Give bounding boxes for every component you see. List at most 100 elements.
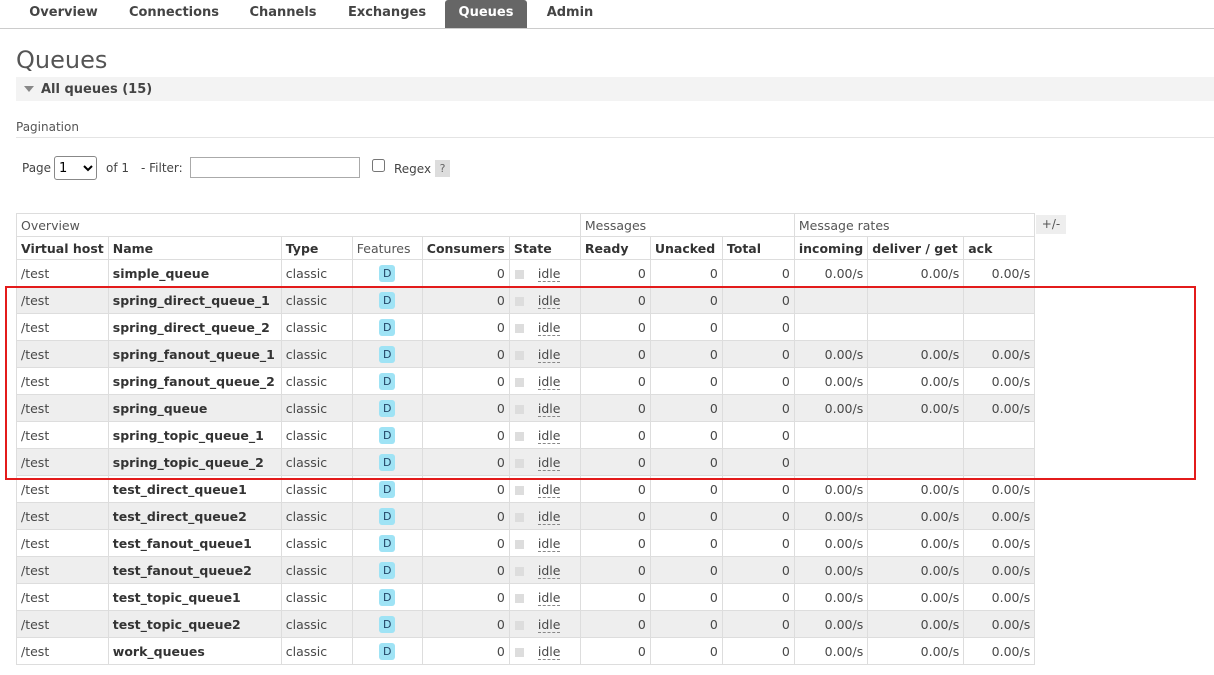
col-total[interactable]: Total [721, 236, 795, 260]
queue-name-link[interactable]: spring_fanout_queue_1 [113, 347, 275, 362]
ready-cell: 0 [579, 259, 651, 287]
queue-name-link[interactable]: test_fanout_queue1 [113, 536, 252, 551]
col-virtual-host[interactable]: Virtual host [16, 236, 109, 260]
queue-name-link[interactable]: test_direct_queue1 [113, 482, 247, 497]
tab-admin[interactable]: Admin [536, 0, 604, 28]
state-label: idle [537, 400, 561, 417]
queue-name-cell: spring_topic_queue_2 [107, 448, 282, 476]
deliver-rate-cell [867, 313, 965, 341]
durable-badge: D [379, 507, 396, 525]
state-indicator-icon [514, 566, 524, 576]
table-row: /test spring_fanout_queue_2 classic D 0 idle 0… [16, 367, 1036, 395]
queue-name-link[interactable]: work_queues [113, 644, 205, 659]
state-cell: idle [508, 637, 581, 665]
all-queues-section-toggle[interactable]: All queues (15) [16, 77, 1214, 101]
regex-checkbox[interactable] [372, 159, 385, 172]
ready-cell: 0 [579, 583, 651, 611]
table-row: /test spring_topic_queue_2 classic D 0 idle 0 0… [16, 448, 1036, 476]
incoming-rate-cell [793, 421, 869, 449]
durable-badge: D [379, 399, 396, 417]
total-cell: 0 [721, 313, 795, 341]
durable-badge: D [379, 426, 396, 444]
regex-help-button[interactable]: ? [435, 160, 450, 177]
page-select[interactable]: 1 [54, 156, 97, 180]
queue-name-link[interactable]: spring_topic_queue_2 [113, 455, 264, 470]
incoming-rate-cell: 0.00/s [793, 583, 869, 611]
queue-name-link[interactable]: spring_direct_queue_1 [113, 293, 270, 308]
state-cell: idle [508, 556, 581, 584]
ack-rate-cell: 0.00/s [963, 637, 1036, 665]
state-cell: idle [508, 529, 581, 557]
queue-name-cell: test_fanout_queue2 [107, 556, 282, 584]
vhost-cell: /test [16, 259, 109, 287]
state-label: idle [537, 616, 561, 633]
features-cell: D [351, 340, 423, 368]
col-deliver-get[interactable]: deliver / get [867, 236, 965, 260]
unacked-cell: 0 [649, 556, 723, 584]
col-ready[interactable]: Ready [579, 236, 651, 260]
state-cell: idle [508, 394, 581, 422]
queue-name-link[interactable]: spring_topic_queue_1 [113, 428, 264, 443]
queue-name-link[interactable]: spring_fanout_queue_2 [113, 374, 275, 389]
queue-name-link[interactable]: spring_direct_queue_2 [113, 320, 270, 335]
col-unacked[interactable]: Unacked [649, 236, 723, 260]
vhost-cell: /test [16, 475, 109, 503]
tab-exchanges[interactable]: Exchanges [338, 0, 436, 28]
type-cell: classic [280, 367, 353, 395]
total-cell: 0 [721, 556, 795, 584]
tab-channels[interactable]: Channels [238, 0, 328, 28]
col-type[interactable]: Type [280, 236, 353, 260]
page-count-label: of 1 [106, 161, 130, 175]
col-state[interactable]: State [508, 236, 581, 260]
queue-name-link[interactable]: simple_queue [113, 266, 209, 281]
vhost-cell: /test [16, 583, 109, 611]
state-cell: idle [508, 448, 581, 476]
pagination-heading: Pagination [16, 120, 79, 134]
column-toggle-button[interactable]: +/- [1036, 215, 1066, 234]
col-ack[interactable]: ack [963, 236, 1036, 260]
queue-name-link[interactable]: test_direct_queue2 [113, 509, 247, 524]
queue-name-link[interactable]: test_topic_queue2 [113, 617, 241, 632]
col-incoming[interactable]: incoming [793, 236, 869, 260]
incoming-rate-cell [793, 286, 869, 314]
ack-rate-cell: 0.00/s [963, 610, 1036, 638]
queue-name-link[interactable]: test_fanout_queue2 [113, 563, 252, 578]
tab-connections[interactable]: Connections [120, 0, 228, 28]
tab-queues[interactable]: Queues [445, 0, 527, 28]
total-cell: 0 [721, 529, 795, 557]
tab-overview[interactable]: Overview [16, 0, 111, 28]
unacked-cell: 0 [649, 610, 723, 638]
vhost-cell: /test [16, 394, 109, 422]
durable-badge: D [379, 480, 396, 498]
queue-name-link[interactable]: spring_queue [113, 401, 208, 416]
durable-badge: D [379, 291, 396, 309]
features-cell: D [351, 421, 423, 449]
table-row: /test test_direct_queue2 classic D 0 idle 0 0 0 0… [16, 502, 1036, 530]
unacked-cell: 0 [649, 421, 723, 449]
table-row: /test test_topic_queue1 classic D 0 idle 0 0 0 0.… [16, 583, 1036, 611]
incoming-rate-cell: 0.00/s [793, 529, 869, 557]
top-nav: Overview Connections Channels Exchanges … [0, 0, 1214, 29]
vhost-cell: /test [16, 610, 109, 638]
filter-input[interactable] [190, 157, 360, 178]
features-cell: D [351, 367, 423, 395]
incoming-rate-cell [793, 448, 869, 476]
col-features: Features [351, 236, 423, 260]
state-cell: idle [508, 313, 581, 341]
total-cell: 0 [721, 583, 795, 611]
features-cell: D [351, 448, 423, 476]
col-name[interactable]: Name [107, 236, 282, 260]
deliver-rate-cell: 0.00/s [867, 529, 965, 557]
ack-rate-cell [963, 286, 1036, 314]
table-row: /test test_fanout_queue2 classic D 0 idle 0 0 0 0… [16, 556, 1036, 584]
vhost-cell: /test [16, 556, 109, 584]
consumers-cell: 0 [421, 529, 510, 557]
ready-cell: 0 [579, 394, 651, 422]
total-cell: 0 [721, 394, 795, 422]
durable-badge: D [379, 453, 396, 471]
deliver-rate-cell [867, 448, 965, 476]
incoming-rate-cell: 0.00/s [793, 475, 869, 503]
col-consumers[interactable]: Consumers [421, 236, 510, 260]
queue-name-link[interactable]: test_topic_queue1 [113, 590, 241, 605]
state-label: idle [537, 589, 561, 606]
